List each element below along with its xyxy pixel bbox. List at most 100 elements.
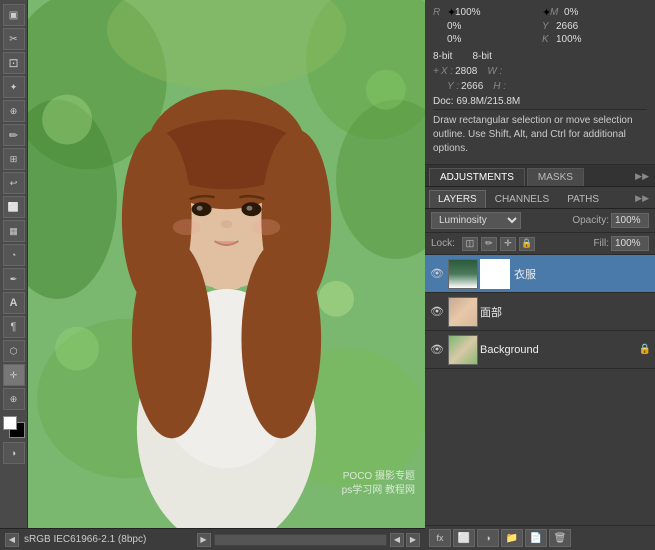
color-swatches[interactable] bbox=[3, 416, 25, 438]
tab-paths[interactable]: PATHS bbox=[558, 190, 608, 208]
k-value: 100% bbox=[556, 34, 582, 45]
tool-clone[interactable]: ⊞ bbox=[3, 148, 25, 170]
layers-list: 👁 衣服 👁 面部 bbox=[425, 255, 655, 525]
tool-healing[interactable]: ⊕ bbox=[3, 100, 25, 122]
colorimeter-icon: ✦ bbox=[447, 6, 455, 19]
k-label: K bbox=[542, 34, 556, 45]
b-value: 0% bbox=[447, 34, 461, 45]
tool-gradient[interactable]: ▦ bbox=[3, 220, 25, 242]
fx-button[interactable]: fx bbox=[429, 529, 451, 547]
y-label3: Y : bbox=[447, 81, 459, 92]
tool-quickmask[interactable]: ◑ bbox=[3, 442, 25, 464]
status-scrollbar[interactable] bbox=[214, 534, 388, 546]
cmyk-info-right: ✦ M 0% Y 2666 K 100% bbox=[542, 6, 647, 47]
layers-panel: Luminosity Normal Multiply Screen Overla… bbox=[425, 209, 655, 550]
tool-paragraph[interactable]: ¶ bbox=[3, 316, 25, 338]
layer-thumb-yifu bbox=[448, 259, 478, 289]
layer-item-yifu[interactable]: 👁 衣服 bbox=[425, 255, 655, 293]
watermark-line1: POCO 摄影专题 bbox=[342, 470, 415, 484]
new-layer-button[interactable]: 📄 bbox=[525, 529, 547, 547]
layer-eye-mianbu[interactable]: 👁 bbox=[429, 304, 445, 320]
tool-shape[interactable]: ⬡ bbox=[3, 340, 25, 362]
layer-eye-background[interactable]: 👁 bbox=[429, 342, 445, 358]
layer-panel-expand[interactable]: ▶▶ bbox=[633, 190, 651, 208]
lock-row: Lock: ◫ ✏ ✛ 🔒 Fill: 100% bbox=[425, 233, 655, 255]
tab-adjustments[interactable]: ADJUSTMENTS bbox=[429, 168, 525, 186]
help-text: Draw rectangular selection or move selec… bbox=[433, 109, 647, 160]
fill-value[interactable]: 100% bbox=[611, 236, 649, 251]
adj-mask-tabs: ADJUSTMENTS MASKS ▶▶ bbox=[425, 165, 655, 187]
r-label: R bbox=[433, 7, 447, 18]
tool-marquee[interactable]: ▣ bbox=[3, 4, 25, 26]
tool-eyedropper[interactable]: ✦ bbox=[3, 76, 25, 98]
tool-brush[interactable]: ✏ bbox=[3, 124, 25, 146]
tool-eraser[interactable]: ⬜ bbox=[3, 196, 25, 218]
image-panel: POCO 摄影专题 ps学习网 教程网 bbox=[28, 0, 425, 528]
opacity-value[interactable]: 100% bbox=[611, 213, 649, 228]
layer-name-yifu: 衣服 bbox=[514, 266, 651, 282]
group-button[interactable]: 📁 bbox=[501, 529, 523, 547]
h-group: H : bbox=[493, 81, 508, 92]
layer-thumb-background bbox=[448, 335, 478, 365]
wh-group: W : bbox=[487, 66, 504, 77]
lock-all-btn[interactable]: 🔒 bbox=[519, 237, 535, 251]
watermark: POCO 摄影专题 ps学习网 教程网 bbox=[342, 470, 415, 498]
layer-name-mianbu: 面部 bbox=[480, 304, 651, 320]
status-scroll-right[interactable]: ▶ bbox=[406, 533, 420, 547]
right-column: R ✦ 100% 0% 0% ✦ M bbox=[425, 0, 655, 550]
layer-item-mianbu[interactable]: 👁 面部 bbox=[425, 293, 655, 331]
panel-footer-buttons: fx ⬜ ◑ 📁 📄 🗑 bbox=[425, 525, 655, 550]
layer-tabs: LAYERS CHANNELS PATHS ▶▶ bbox=[425, 187, 655, 209]
tool-lasso[interactable]: ✂ bbox=[3, 28, 25, 50]
main-area: ▣ ✂ ⊡ ✦ ⊕ ✏ ⊞ ↩ ⬜ ▦ ◔ ✒ A ¶ ⬡ ✛ ⊕ bbox=[0, 0, 655, 550]
fill-label: Fill: bbox=[593, 238, 609, 249]
layer-mask-yifu bbox=[480, 259, 510, 289]
watermark-line2: ps学习网 教程网 bbox=[342, 484, 415, 498]
lock-position-btn[interactable]: ✛ bbox=[500, 237, 516, 251]
tab-layers[interactable]: LAYERS bbox=[429, 190, 486, 208]
layer-eye-yifu[interactable]: 👁 bbox=[429, 266, 445, 282]
tool-dodge[interactable]: ◔ bbox=[3, 244, 25, 266]
coords-row: + X : 2808 W : bbox=[433, 64, 647, 79]
m-label: M bbox=[550, 7, 564, 18]
tool-zoom[interactable]: ⊕ bbox=[3, 388, 25, 410]
photo-background: POCO 摄影专题 ps学习网 教程网 bbox=[28, 0, 425, 528]
add-mask-button[interactable]: ⬜ bbox=[453, 529, 475, 547]
panel-expand-icon[interactable]: ▶▶ bbox=[633, 168, 651, 186]
y-value2: 2666 bbox=[461, 81, 483, 92]
y-group: Y : 2666 bbox=[433, 81, 483, 92]
y-value: 2666 bbox=[556, 21, 578, 32]
tool-text[interactable]: A bbox=[3, 292, 25, 314]
layer-item-background[interactable]: 👁 Background 🔒 bbox=[425, 331, 655, 369]
layers-toolbar: Luminosity Normal Multiply Screen Overla… bbox=[425, 209, 655, 233]
tool-move[interactable]: ✛ bbox=[3, 364, 25, 386]
m-value: 0% bbox=[564, 7, 578, 18]
status-scroll-left[interactable]: ◀ bbox=[390, 533, 404, 547]
tab-masks[interactable]: MASKS bbox=[527, 168, 584, 186]
tool-pen[interactable]: ✒ bbox=[3, 268, 25, 290]
x-value: 2808 bbox=[455, 66, 477, 77]
delete-layer-button[interactable]: 🗑 bbox=[549, 529, 571, 547]
doc-info: Doc: 69.8M/215.8M bbox=[433, 94, 647, 109]
opacity-label: Opacity: bbox=[572, 215, 609, 226]
status-bar: ◀ sRGB IEC61966-2.1 (8bpc) ▶ ◀ ▶ bbox=[0, 528, 425, 550]
tool-crop[interactable]: ⊡ bbox=[3, 52, 25, 74]
tab-channels[interactable]: CHANNELS bbox=[486, 190, 558, 208]
status-prev-btn[interactable]: ◀ bbox=[5, 533, 19, 547]
rgb-info-left: R ✦ 100% 0% 0% bbox=[433, 6, 538, 47]
fill-group: Fill: 100% bbox=[593, 236, 649, 251]
x-label2: X : bbox=[441, 66, 453, 77]
adjustment-button[interactable]: ◑ bbox=[477, 529, 499, 547]
colorimeter2-icon: ✦ bbox=[542, 6, 550, 19]
status-next-btn[interactable]: ▶ bbox=[197, 533, 211, 547]
h-label: H : bbox=[493, 81, 506, 92]
lock-transparent-btn[interactable]: ◫ bbox=[462, 237, 478, 251]
opacity-group: Opacity: 100% bbox=[572, 213, 649, 228]
blend-mode-select[interactable]: Luminosity Normal Multiply Screen Overla… bbox=[431, 212, 521, 229]
w-label: W : bbox=[487, 66, 502, 77]
tool-history[interactable]: ↩ bbox=[3, 172, 25, 194]
layer-name-background: Background bbox=[480, 344, 639, 356]
g-value: 0% bbox=[447, 21, 461, 32]
lock-image-btn[interactable]: ✏ bbox=[481, 237, 497, 251]
coords-row2: Y : 2666 H : bbox=[433, 79, 647, 94]
